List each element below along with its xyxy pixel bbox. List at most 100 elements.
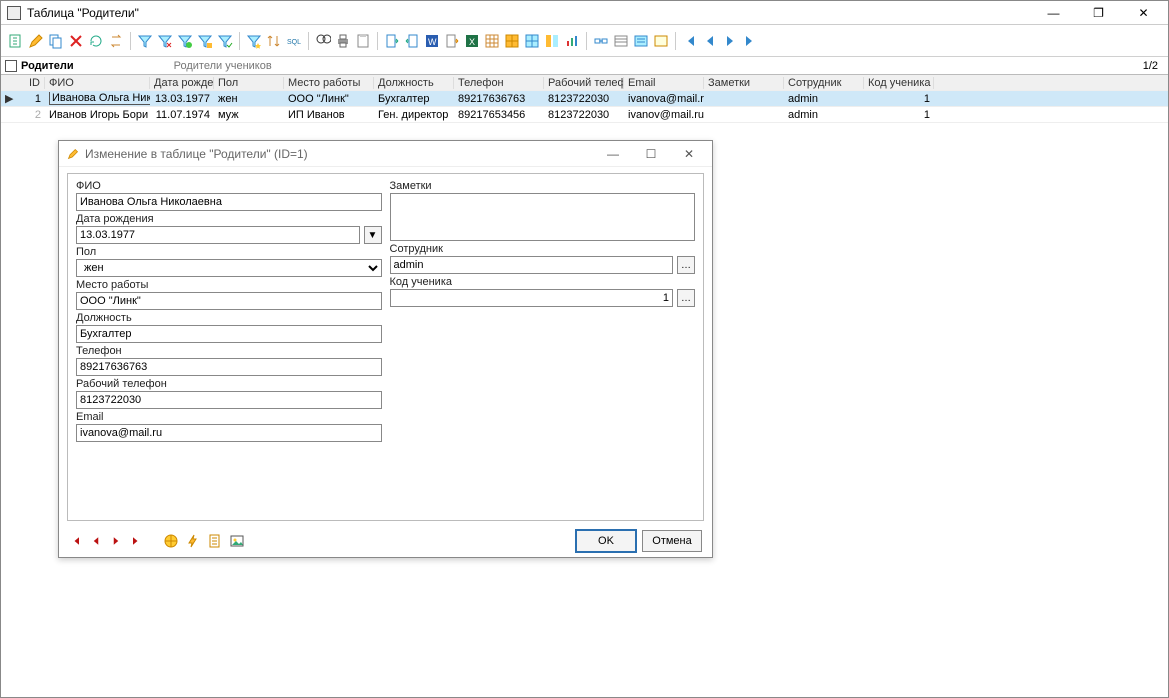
cell: ivanov@mail.ru xyxy=(624,109,704,121)
maximize-button[interactable]: ❐ xyxy=(1076,2,1121,24)
sid-lookup-button[interactable]: … xyxy=(677,289,695,307)
clipboard-icon[interactable] xyxy=(354,32,372,50)
import-doc-icon[interactable] xyxy=(403,32,421,50)
next-record-icon[interactable] xyxy=(721,32,739,50)
separator xyxy=(308,32,309,50)
dialog-maximize-button[interactable]: ☐ xyxy=(632,142,670,166)
cell: Бухгалтер xyxy=(374,93,454,105)
export-doc-icon[interactable] xyxy=(383,32,401,50)
chart-icon[interactable] xyxy=(563,32,581,50)
dlg-next-icon[interactable] xyxy=(109,534,123,548)
dob-dropdown-icon[interactable]: ▼ xyxy=(364,226,382,244)
col-id[interactable]: ID xyxy=(15,77,45,89)
close-button[interactable]: ✕ xyxy=(1121,2,1166,24)
dob-field[interactable] xyxy=(76,226,360,244)
ok-button[interactable]: OK xyxy=(576,530,636,552)
last-record-icon[interactable] xyxy=(741,32,759,50)
refresh-icon[interactable] xyxy=(87,32,105,50)
pos-field[interactable] xyxy=(76,325,382,343)
filter-icon[interactable] xyxy=(136,32,154,50)
cell: 1 xyxy=(15,93,45,105)
delete-icon[interactable] xyxy=(67,32,85,50)
cell: 1 xyxy=(864,93,934,105)
col-email[interactable]: Email xyxy=(624,77,704,89)
separator xyxy=(675,32,676,50)
filter-star-icon[interactable] xyxy=(245,32,263,50)
sid-field[interactable] xyxy=(390,289,674,307)
wphone-field[interactable] xyxy=(76,391,382,409)
filter-remove-icon[interactable] xyxy=(156,32,174,50)
first-record-icon[interactable] xyxy=(681,32,699,50)
col-wphone[interactable]: Рабочий телефон xyxy=(544,77,624,89)
pencil-icon xyxy=(67,148,79,160)
dlg-first-icon[interactable] xyxy=(69,534,83,548)
dlg-last-icon[interactable] xyxy=(129,534,143,548)
cell: 11.07.1974 xyxy=(150,109,214,121)
cell: 13.03.1977 xyxy=(150,93,214,105)
sql-icon[interactable]: SQL xyxy=(285,32,303,50)
excel-icon[interactable]: X xyxy=(463,32,481,50)
minimize-button[interactable]: — xyxy=(1031,2,1076,24)
cell: 8123722030 xyxy=(544,109,624,121)
search-icon[interactable] xyxy=(314,32,332,50)
col-notes[interactable]: Заметки xyxy=(704,77,784,89)
grid-orange-icon[interactable] xyxy=(503,32,521,50)
table-view-icon[interactable] xyxy=(612,32,630,50)
dialog-close-button[interactable]: ✕ xyxy=(670,142,708,166)
col-emp[interactable]: Сотрудник xyxy=(784,77,864,89)
cycle-icon[interactable] xyxy=(107,32,125,50)
link-icon[interactable] xyxy=(592,32,610,50)
dialog-minimize-button[interactable]: — xyxy=(594,142,632,166)
cancel-button[interactable]: Отмена xyxy=(642,530,702,552)
filter-edit-icon[interactable] xyxy=(196,32,214,50)
filter-add-icon[interactable] xyxy=(176,32,194,50)
new-record-icon[interactable] xyxy=(7,32,25,50)
dlg-bolt-icon[interactable] xyxy=(185,533,201,549)
notes-field[interactable] xyxy=(390,193,696,241)
dlg-doc-icon[interactable] xyxy=(207,533,223,549)
export-text-icon[interactable] xyxy=(443,32,461,50)
expand-icon[interactable] xyxy=(5,60,17,72)
col-pos[interactable]: Должность xyxy=(374,77,454,89)
sort-icon[interactable] xyxy=(265,32,283,50)
table-caption-bar: Родители Родители учеников 1/2 xyxy=(1,57,1168,75)
filter-check-icon[interactable] xyxy=(216,32,234,50)
cell: 89217636763 xyxy=(454,93,544,105)
copy-icon[interactable] xyxy=(47,32,65,50)
dlg-image-icon[interactable] xyxy=(229,533,245,549)
toolbar: SQL W X xyxy=(1,25,1168,57)
col-sex[interactable]: Пол xyxy=(214,77,284,89)
table-row[interactable]: 2 Иванов Игорь Бори 11.07.1974 муж ИП Ив… xyxy=(1,107,1168,123)
fio-field[interactable] xyxy=(76,193,382,211)
print-icon[interactable] xyxy=(334,32,352,50)
layout-icon[interactable] xyxy=(543,32,561,50)
col-sid[interactable]: Код ученика xyxy=(864,77,934,89)
label-dob: Дата рождения xyxy=(76,213,382,225)
dlg-globe-icon[interactable] xyxy=(163,533,179,549)
svg-text:W: W xyxy=(428,37,437,47)
table-row[interactable]: ▶ 1 Иванова Ольга Ник 13.03.1977 жен ООО… xyxy=(1,91,1168,107)
col-fio[interactable]: ФИО xyxy=(45,77,150,89)
col-phone[interactable]: Телефон xyxy=(454,77,544,89)
table-subtitle: Родители учеников xyxy=(174,60,272,72)
dialog-titlebar: Изменение в таблице "Родители" (ID=1) — … xyxy=(59,141,712,167)
edit-icon[interactable] xyxy=(27,32,45,50)
card-view-icon[interactable] xyxy=(652,32,670,50)
sex-select[interactable]: жен xyxy=(76,259,382,277)
prev-record-icon[interactable] xyxy=(701,32,719,50)
phone-field[interactable] xyxy=(76,358,382,376)
cell: Иванов Игорь Бори xyxy=(45,109,150,121)
cell[interactable]: Иванова Ольга Ник xyxy=(49,92,150,105)
form-view-icon[interactable] xyxy=(632,32,650,50)
grid-export-icon[interactable] xyxy=(483,32,501,50)
grid-blue-icon[interactable] xyxy=(523,32,541,50)
emp-lookup-button[interactable]: … xyxy=(677,256,695,274)
dlg-prev-icon[interactable] xyxy=(89,534,103,548)
col-work[interactable]: Место работы xyxy=(284,77,374,89)
emp-field[interactable] xyxy=(390,256,674,274)
email-field[interactable] xyxy=(76,424,382,442)
col-dob[interactable]: Дата рождения xyxy=(150,77,214,89)
work-field[interactable] xyxy=(76,292,382,310)
svg-text:X: X xyxy=(469,37,475,47)
word-icon[interactable]: W xyxy=(423,32,441,50)
